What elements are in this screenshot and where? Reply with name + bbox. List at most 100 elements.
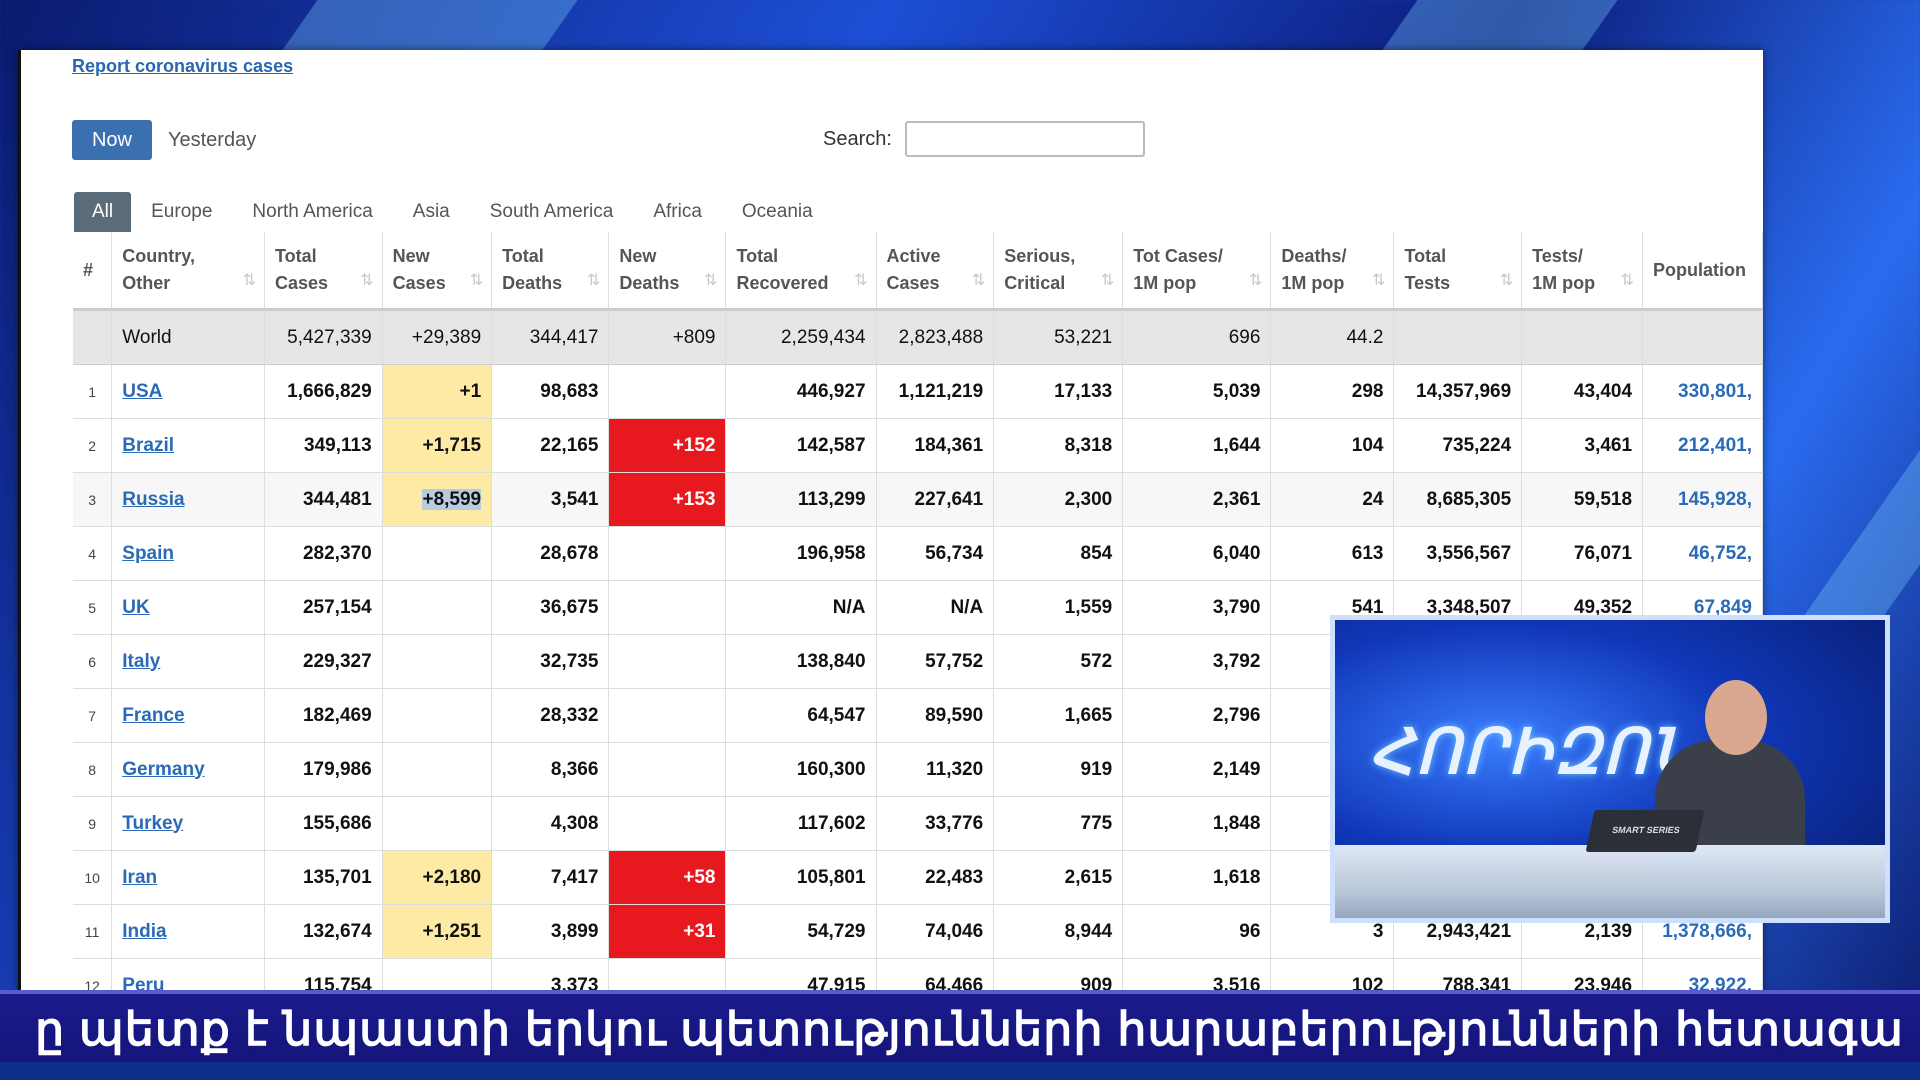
- table-cell: 74,046: [876, 904, 995, 959]
- country-link[interactable]: Turkey: [122, 813, 183, 834]
- table-cell: 96: [1122, 904, 1272, 959]
- column-header[interactable]: New Cases ⇅: [382, 232, 493, 311]
- table-cell: 6: [73, 634, 113, 689]
- table-cell: 5,039: [1122, 364, 1272, 419]
- table-cell: 196,958: [725, 526, 877, 581]
- table-cell: 229,327: [264, 634, 383, 689]
- column-header[interactable]: Population: [1642, 232, 1763, 311]
- table-cell: 3,899: [491, 904, 610, 959]
- country-link[interactable]: USA: [122, 381, 162, 402]
- table-cell: 696: [1122, 309, 1272, 365]
- table-cell: [73, 309, 113, 365]
- news-ticker: ը պետք է նպաստի երկու պետությունների հար…: [0, 990, 1920, 1070]
- country-link[interactable]: Russia: [122, 489, 184, 510]
- table-cell: 7: [73, 688, 113, 743]
- region-tab-europe[interactable]: Europe: [131, 192, 232, 232]
- table-cell: 54,729: [725, 904, 877, 959]
- column-header[interactable]: Deaths/1M pop ⇅: [1270, 232, 1395, 311]
- table-cell: 1,559: [993, 580, 1124, 635]
- background-streak: [282, 0, 578, 50]
- table-cell: 8,944: [993, 904, 1124, 959]
- report-cases-link[interactable]: Report coronavirus cases: [72, 56, 293, 77]
- sort-arrows-icon[interactable]: ⇅: [1372, 267, 1385, 294]
- country-link[interactable]: UK: [122, 597, 149, 618]
- yesterday-button[interactable]: Yesterday: [168, 120, 256, 160]
- table-cell: Brazil: [111, 418, 265, 473]
- sort-arrows-icon[interactable]: ⇅: [587, 267, 600, 294]
- table-cell: 4: [73, 526, 113, 581]
- header-line-1: Tot Cases/: [1133, 246, 1223, 266]
- header-line-1: Total: [1404, 246, 1447, 266]
- column-header[interactable]: Total Tests ⇅: [1393, 232, 1523, 311]
- now-button[interactable]: Now: [72, 120, 152, 160]
- region-tab-africa[interactable]: Africa: [633, 192, 722, 232]
- table-cell: 5,427,339: [264, 309, 383, 365]
- table-cell: 179,986: [264, 742, 383, 797]
- sort-arrows-icon[interactable]: ⇅: [854, 267, 867, 294]
- region-tab-oceania[interactable]: Oceania: [722, 192, 833, 232]
- region-tab-asia[interactable]: Asia: [393, 192, 470, 232]
- country-link[interactable]: Germany: [122, 759, 204, 780]
- region-tab-all[interactable]: All: [74, 192, 132, 232]
- column-header[interactable]: Serious, Critical ⇅: [993, 232, 1124, 311]
- column-header[interactable]: Tot Cases/1M pop ⇅: [1122, 232, 1272, 311]
- laptop: SMART SERIES: [1585, 810, 1705, 852]
- country-link[interactable]: Iran: [122, 867, 157, 888]
- column-header[interactable]: Total Recovered ⇅: [725, 232, 877, 311]
- column-header[interactable]: Total Cases ⇅: [264, 232, 383, 311]
- table-cell: 344,481: [264, 472, 383, 527]
- table-cell: [382, 580, 493, 635]
- sort-arrows-icon[interactable]: ⇅: [1101, 267, 1114, 294]
- table-cell: 1,644: [1122, 418, 1272, 473]
- country-link[interactable]: India: [122, 921, 166, 942]
- table-cell: 160,300: [725, 742, 877, 797]
- column-header[interactable]: New Deaths ⇅: [608, 232, 727, 311]
- sort-arrows-icon[interactable]: ⇅: [1500, 267, 1513, 294]
- sort-arrows-icon[interactable]: ⇅: [470, 267, 483, 294]
- sort-arrows-icon[interactable]: ⇅: [1249, 267, 1262, 294]
- table-cell: 854: [993, 526, 1124, 581]
- table-cell: [382, 688, 493, 743]
- table-cell: 132,674: [264, 904, 383, 959]
- table-cell: [608, 580, 727, 635]
- table-cell: 2,149: [1122, 742, 1272, 797]
- table-cell: 2: [73, 418, 113, 473]
- table-cell: 22,483: [876, 850, 995, 905]
- table-cell: +58: [608, 850, 727, 905]
- sort-arrows-icon[interactable]: ⇅: [360, 267, 373, 294]
- table-header-row: # Country, Other ⇅ Total Cases ⇅ New Cases ⇅ Total…: [73, 232, 1763, 311]
- country-link[interactable]: Brazil: [122, 435, 174, 456]
- table-cell: France: [111, 688, 265, 743]
- column-header[interactable]: #: [73, 232, 113, 311]
- country-link[interactable]: Italy: [122, 651, 160, 672]
- sort-arrows-icon[interactable]: ⇅: [243, 267, 256, 294]
- table-cell: 8,366: [491, 742, 610, 797]
- table-cell: [382, 634, 493, 689]
- table-cell: 8,318: [993, 418, 1124, 473]
- header-line-1: Total: [736, 246, 779, 266]
- sort-arrows-icon[interactable]: ⇅: [704, 267, 717, 294]
- region-tab-south-america[interactable]: South America: [470, 192, 634, 232]
- sort-arrows-icon[interactable]: ⇅: [1621, 267, 1634, 294]
- region-tab-north-america[interactable]: North America: [232, 192, 392, 232]
- column-header[interactable]: Total Deaths ⇅: [491, 232, 610, 311]
- table-cell: 1,665: [993, 688, 1124, 743]
- table-cell: 64,547: [725, 688, 877, 743]
- country-link[interactable]: France: [122, 705, 184, 726]
- column-header[interactable]: Country, Other ⇅: [111, 232, 265, 311]
- table-cell: 3,461: [1521, 418, 1644, 473]
- table-cell: 53,221: [993, 309, 1124, 365]
- country-link[interactable]: Spain: [122, 543, 174, 564]
- table-cell: 298: [1270, 364, 1395, 419]
- column-header[interactable]: Active Cases ⇅: [876, 232, 995, 311]
- search-input[interactable]: [905, 121, 1145, 157]
- column-header[interactable]: Tests/1M pop ⇅: [1521, 232, 1644, 311]
- table-cell: Turkey: [111, 796, 265, 851]
- header-line-2: Deaths: [619, 273, 680, 293]
- sort-arrows-icon[interactable]: ⇅: [972, 267, 985, 294]
- table-cell: +809: [608, 309, 727, 365]
- header-line-1: Tests/: [1532, 246, 1583, 266]
- table-cell: 2,300: [993, 472, 1124, 527]
- table-cell: 44.2: [1270, 309, 1395, 365]
- table-cell: 613: [1270, 526, 1395, 581]
